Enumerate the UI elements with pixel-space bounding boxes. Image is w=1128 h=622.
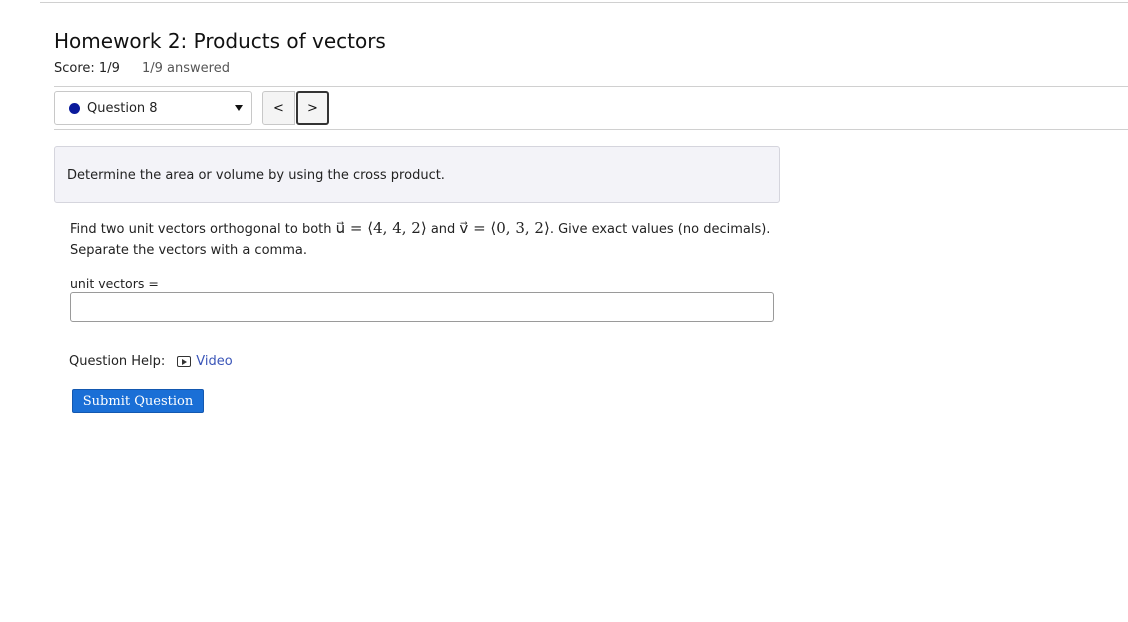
video-icon[interactable]	[177, 356, 192, 367]
vector-v-math: v⃗ = ⟨0, 3, 2⟩	[459, 219, 550, 237]
previous-question-button[interactable]: <	[262, 91, 295, 125]
intro-text: Determine the area or volume by using th…	[67, 168, 445, 183]
answered-count: 1/9 answered	[142, 61, 230, 76]
question-select[interactable]: Question 8	[54, 91, 252, 125]
question-status-icon	[69, 102, 80, 114]
chevron-left-icon: <	[273, 100, 284, 116]
header-divider	[54, 86, 1128, 87]
problem-text-4: Separate the vectors with a comma.	[70, 243, 307, 258]
question-help-label: Question Help:	[69, 354, 166, 369]
problem-text-1: Find two unit vectors orthogonal to both	[70, 222, 336, 237]
unit-vectors-input[interactable]	[70, 292, 774, 322]
next-question-button[interactable]: >	[296, 91, 329, 125]
problem-text-2: and	[426, 222, 460, 237]
caret-down-icon	[235, 105, 243, 111]
page-title: Homework 2: Products of vectors	[54, 29, 386, 53]
score-label: Score: 1/9	[54, 61, 120, 76]
submit-question-button[interactable]: Submit Question	[72, 389, 204, 413]
problem-statement: Find two unit vectors orthogonal to both…	[70, 218, 790, 261]
question-select-label: Question 8	[87, 100, 158, 116]
question-intro: Determine the area or volume by using th…	[54, 146, 780, 203]
vector-u-math: u⃗ = ⟨4, 4, 2⟩	[335, 219, 427, 237]
problem-text-3: . Give exact values (no decimals).	[549, 222, 771, 237]
answer-label: unit vectors =	[70, 276, 159, 291]
video-link[interactable]: Video	[196, 354, 232, 369]
top-divider	[40, 2, 1128, 3]
chevron-right-icon: >	[307, 100, 318, 116]
nav-divider	[54, 129, 1128, 130]
score-line: Score: 1/9 1/9 answered	[54, 61, 230, 76]
question-help: Question Help: Video	[69, 354, 233, 369]
